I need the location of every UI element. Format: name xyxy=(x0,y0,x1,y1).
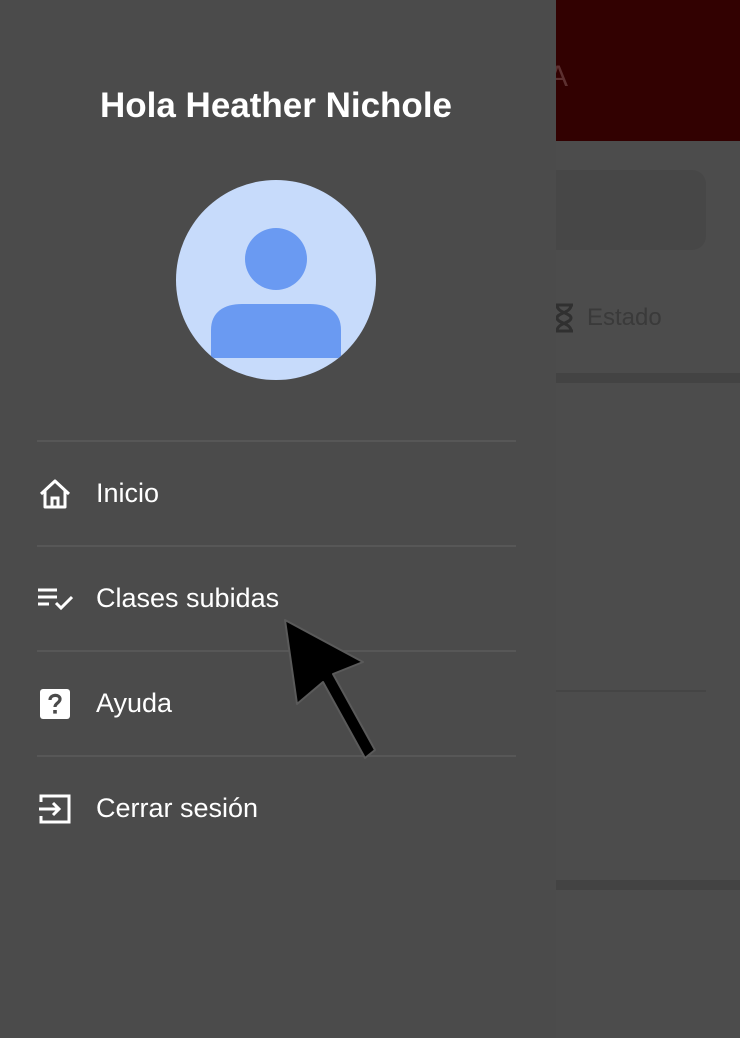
menu-item-label: Cerrar sesión xyxy=(96,793,259,823)
tab-estado-label: Estado xyxy=(587,304,662,331)
menu-item-cerrar-sesion[interactable]: Cerrar sesión xyxy=(37,757,516,860)
pointer-arrow-icon xyxy=(275,612,395,767)
section-divider xyxy=(540,880,740,890)
navigation-drawer: Hola Heather Nichole Inicio Clases subid… xyxy=(0,0,556,1038)
playlist-check-icon xyxy=(37,581,73,617)
person-icon xyxy=(211,228,341,358)
menu-item-label: Inicio xyxy=(96,478,160,508)
search-field xyxy=(540,170,706,250)
menu-item-label: Clases subidas xyxy=(96,583,280,613)
avatar[interactable] xyxy=(176,180,376,380)
hourglass-icon xyxy=(553,303,575,333)
section-divider xyxy=(540,373,740,383)
help-box-icon xyxy=(37,686,73,722)
list-divider xyxy=(556,690,706,692)
home-icon xyxy=(37,476,73,512)
greeting-title: Hola Heather Nichole xyxy=(99,86,453,125)
logout-icon xyxy=(37,791,73,827)
tab-estado: Estado xyxy=(553,300,662,336)
menu-item-inicio[interactable]: Inicio xyxy=(37,442,516,545)
menu-item-label: Ayuda xyxy=(96,688,173,718)
